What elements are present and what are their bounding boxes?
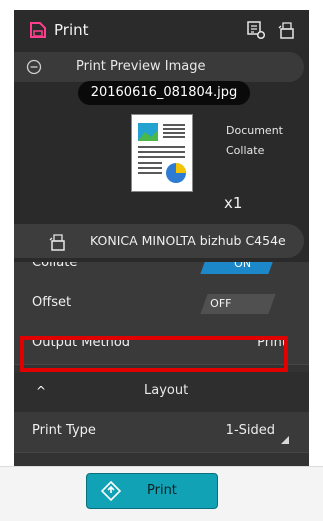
print-preview-label: Print Preview Image — [76, 59, 206, 74]
collate-row: Collate ON — [14, 262, 309, 285]
copy-count: x1 — [224, 194, 243, 212]
layout-section-label: Layout — [144, 383, 189, 398]
printer-select[interactable]: KONICA MINOLTA bizhub C454e — [14, 224, 304, 258]
offset-state: OFF — [210, 297, 232, 310]
print-settings-icon[interactable] — [246, 20, 266, 40]
page-title: Print — [54, 21, 89, 39]
printer-icon[interactable] — [277, 20, 297, 40]
print-button[interactable]: Print — [86, 473, 218, 509]
collapse-icon — [26, 59, 42, 75]
file-name: 20160616_081804.jpg — [78, 81, 250, 105]
print-action-icon — [101, 481, 121, 501]
print-type-row[interactable]: Print Type 1-Sided — [14, 412, 309, 453]
print-type-label: Print Type — [32, 423, 96, 438]
mfp-printer-icon — [49, 234, 65, 251]
offset-toggle[interactable]: OFF — [200, 294, 276, 314]
offset-label: Offset — [32, 295, 72, 310]
print-app-icon — [30, 22, 46, 38]
print-screen: Print Print Preview Image 20160616_08180… — [14, 10, 309, 520]
print-type-value: 1-Sided — [225, 423, 275, 438]
offset-row: Offset OFF — [14, 284, 309, 325]
document-type: Document — [226, 124, 283, 137]
collate-toggle[interactable]: ON — [200, 262, 276, 274]
document-collate: Collate — [226, 144, 265, 157]
layout-section-header[interactable]: ^ Layout — [14, 372, 309, 412]
dropdown-corner-icon — [281, 436, 289, 444]
printer-name: KONICA MINOLTA bizhub C454e — [90, 233, 286, 248]
collapse-caret-icon: ^ — [36, 384, 47, 398]
collate-state: ON — [234, 262, 252, 270]
document-thumbnail — [131, 114, 193, 192]
collate-label: Collate — [32, 262, 78, 270]
print-preview-toggle[interactable]: Print Preview Image — [14, 52, 304, 82]
print-button-label: Print — [147, 483, 177, 498]
app-header: Print — [14, 10, 309, 50]
output-method-highlight — [20, 336, 288, 372]
bottom-action-bar: Print — [0, 466, 323, 521]
